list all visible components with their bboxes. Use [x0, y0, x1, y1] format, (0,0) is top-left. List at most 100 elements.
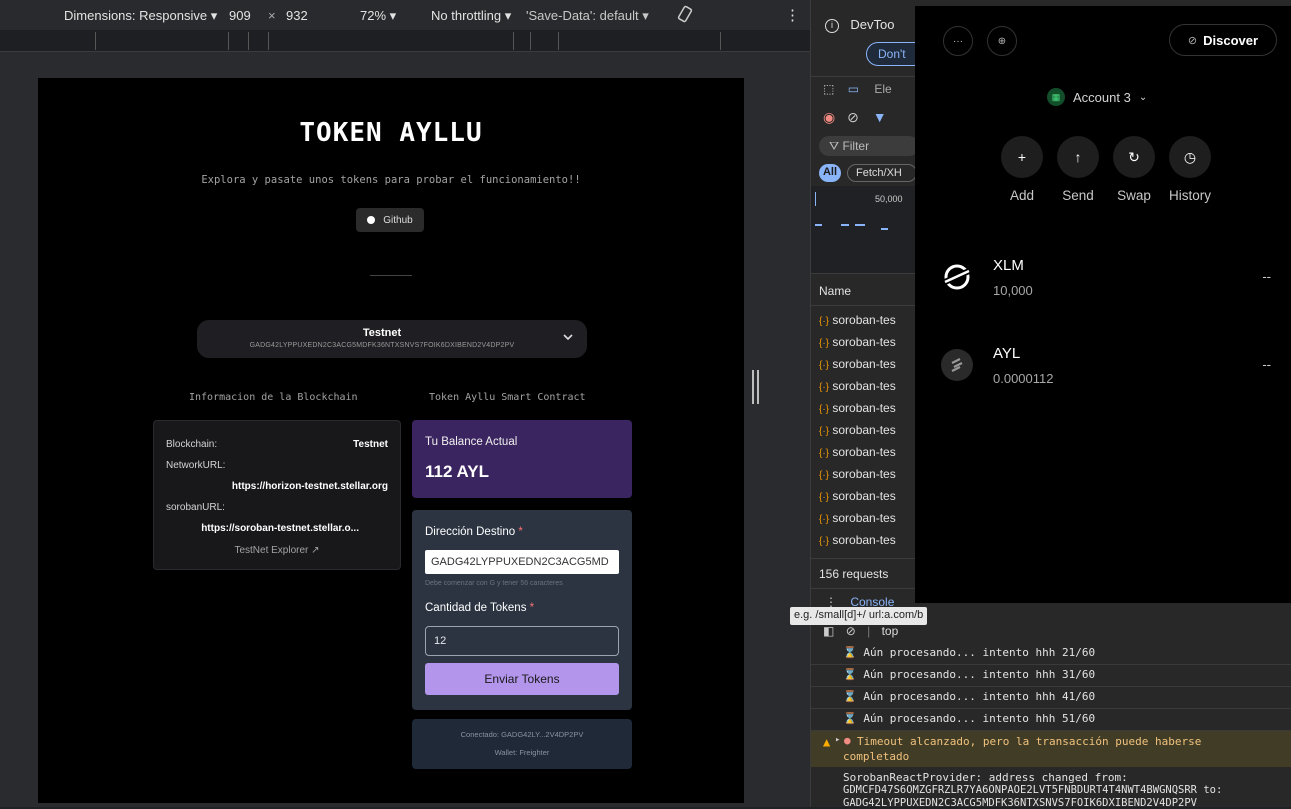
network-request[interactable]: {·} soroban-tes — [819, 335, 896, 349]
asset-code: AYL — [993, 345, 1021, 362]
send-action[interactable]: ↑ Send — [1048, 136, 1108, 203]
network-request[interactable]: {·} soroban-tes — [819, 379, 896, 393]
throttling-dropdown[interactable]: No throttling ▾ — [431, 8, 511, 24]
network-request[interactable]: {·} soroban-tes — [819, 489, 896, 503]
freighter-wallet-popup: ··· ⊕ ⊘ Discover ▦ Account 3 ⌄ + Add ↑ S… — [915, 6, 1291, 603]
dimensions-dropdown[interactable]: Dimensions: Responsive ▾ — [64, 8, 217, 24]
context-selector[interactable]: top — [882, 624, 899, 638]
connection-card: Conectado: GADG42LY...2V4DP2PV Wallet: F… — [412, 719, 632, 769]
history-action[interactable]: ◷ History — [1160, 136, 1220, 203]
console-log: GADG42LYPPUXEDN2C3ACG5MDFK36NTXSNVS7FOIK… — [843, 797, 1198, 809]
console-warning: ▲ ▸ ● Timeout alcanzado, pero la transac… — [811, 731, 1291, 767]
network-url-value: https://horizon-testnet.stellar.org — [231, 481, 388, 492]
filter-tooltip: e.g. /small[d]+/ url:a.com/b — [790, 607, 928, 625]
required-mark: * — [518, 526, 523, 538]
balance-card: Tu Balance Actual 112 AYL — [412, 420, 632, 498]
asset-amount: 10,000 — [993, 283, 1033, 298]
clear-console-icon[interactable]: ⊘ — [846, 624, 856, 638]
console-output: ⌛ Aún procesando... intento hhh 21/60 ⌛ … — [811, 642, 1291, 809]
blockchain-label: Blockchain: — [166, 439, 218, 450]
network-request[interactable]: {·} soroban-tes — [819, 357, 896, 371]
blockchain-info-card: Blockchain: Testnet NetworkURL: https://… — [153, 420, 401, 570]
network-request[interactable]: {·} soroban-tes — [819, 533, 896, 547]
dapp-page: TOKEN AYLLU Explora y pasate unos tokens… — [38, 78, 744, 803]
discover-button[interactable]: ⊘ Discover — [1169, 24, 1277, 56]
height-input[interactable]: 932 — [286, 8, 308, 23]
media-query-ruler — [0, 30, 810, 52]
zoom-dropdown[interactable]: 72% ▾ — [360, 8, 396, 24]
filter-fetch-chip[interactable]: Fetch/XH — [847, 164, 917, 182]
warning-line: Timeout alcanzado, pero la transacción p… — [857, 735, 1202, 748]
network-filter-input[interactable]: ⛛ Filter — [819, 136, 919, 156]
account-name: Account 3 — [1073, 89, 1131, 105]
github-icon — [367, 216, 376, 224]
resize-handle[interactable] — [752, 370, 760, 410]
swap-action[interactable]: ↻ Swap — [1104, 136, 1164, 203]
swap-icon: ↻ — [1113, 136, 1155, 178]
app-subtitle: Explora y pasate unos tokens para probar… — [201, 174, 581, 186]
console-toolbar: ◧ ⊘ | top — [823, 624, 899, 638]
destination-address-input[interactable] — [425, 550, 619, 574]
chevron-down-icon: ⌄ — [1138, 91, 1148, 103]
connected-address: Conectado: GADG42LY...2V4DP2PV — [460, 730, 584, 739]
expand-icon[interactable]: ▸ — [835, 735, 840, 745]
filter-icon: ⛛ — [829, 139, 840, 153]
console-log: ⌛ Aún procesando... intento hhh 31/60 — [843, 668, 1096, 681]
width-input[interactable]: 909 — [229, 8, 251, 23]
destination-help-text: Debe comenzar con G y tener 56 caractere… — [425, 580, 563, 587]
warning-icon: ▲ — [823, 735, 831, 749]
network-request[interactable]: {·} soroban-tes — [819, 467, 896, 481]
compass-icon: ⊘ — [1187, 34, 1198, 47]
wallet-name: Wallet: Freighter — [494, 748, 550, 757]
asset-code: XLM — [993, 257, 1024, 274]
sidebar-toggle-icon[interactable]: ◧ — [823, 624, 834, 638]
network-address: GADG42LYPPUXEDN2C3ACG5MDFK36NTXSNVS7FOIK… — [249, 342, 515, 349]
account-selector[interactable]: ▦ Account 3 ⌄ — [1047, 88, 1147, 106]
filter-all-chip[interactable]: All — [819, 164, 841, 182]
save-data-dropdown[interactable]: 'Save-Data': default ▾ — [526, 8, 649, 24]
soroban-url-label: sorobanURL: — [166, 502, 225, 513]
asset-value: -- — [1262, 357, 1271, 372]
rotate-icon[interactable] — [676, 5, 694, 26]
network-request[interactable]: {·} soroban-tes — [819, 313, 896, 327]
filter-icon[interactable]: ▼ — [873, 109, 887, 125]
balance-value: 112 AYL — [425, 462, 489, 481]
chevron-down-icon — [563, 334, 573, 341]
app-title: TOKEN AYLLU — [299, 118, 483, 148]
required-mark: * — [529, 602, 535, 614]
clear-icon[interactable]: ⊘ — [847, 109, 859, 125]
tab-elements[interactable]: Ele — [874, 82, 891, 96]
asset-row[interactable]: AYL 0.0000112 -- — [941, 345, 1281, 395]
amount-label: Cantidad de Tokens * — [425, 602, 535, 614]
github-button[interactable]: Github — [356, 208, 424, 232]
network-url-label: NetworkURL: — [166, 460, 226, 471]
transfer-form: Dirección Destino * Debe comenzar con G … — [412, 510, 632, 710]
more-icon[interactable]: ··· — [943, 26, 973, 56]
network-request[interactable]: {·} soroban-tes — [819, 401, 896, 415]
network-request[interactable]: {·} soroban-tes — [819, 511, 896, 525]
add-action[interactable]: + Add — [992, 136, 1052, 203]
globe-icon[interactable]: ⊕ — [987, 26, 1017, 56]
console-log: SorobanReactProvider: address changed fr… — [843, 771, 1128, 784]
github-label: Github — [383, 214, 413, 226]
devtools-title: DevToo — [850, 17, 895, 32]
token-amount-input[interactable] — [425, 626, 619, 656]
network-request[interactable]: {·} soroban-tes — [819, 423, 896, 437]
dimension-times: × — [268, 8, 276, 23]
send-tokens-button[interactable]: Enviar Tokens — [425, 663, 619, 695]
token-logo-icon — [941, 349, 973, 381]
asset-row[interactable]: XLM 10,000 -- — [941, 257, 1281, 307]
account-avatar-icon: ▦ — [1047, 88, 1065, 106]
more-options-icon[interactable]: ⋮ — [785, 6, 800, 24]
asset-value: -- — [1262, 269, 1271, 284]
inspect-icon[interactable]: ⬚ — [823, 82, 834, 96]
blockchain-value: Testnet — [353, 439, 388, 450]
testnet-explorer-link[interactable]: TestNet Explorer ↗ — [154, 545, 400, 556]
warning-line: completado — [843, 750, 910, 763]
record-icon[interactable]: ◉ — [823, 109, 835, 125]
network-selector[interactable]: Testnet GADG42LYPPUXEDN2C3ACG5MDFK36NTXS… — [197, 320, 587, 358]
console-log: ⌛ Aún procesando... intento hhh 51/60 — [843, 712, 1096, 725]
device-mode-icon[interactable]: ▭ — [848, 82, 859, 96]
divider — [370, 275, 412, 276]
network-request[interactable]: {·} soroban-tes — [819, 445, 896, 459]
